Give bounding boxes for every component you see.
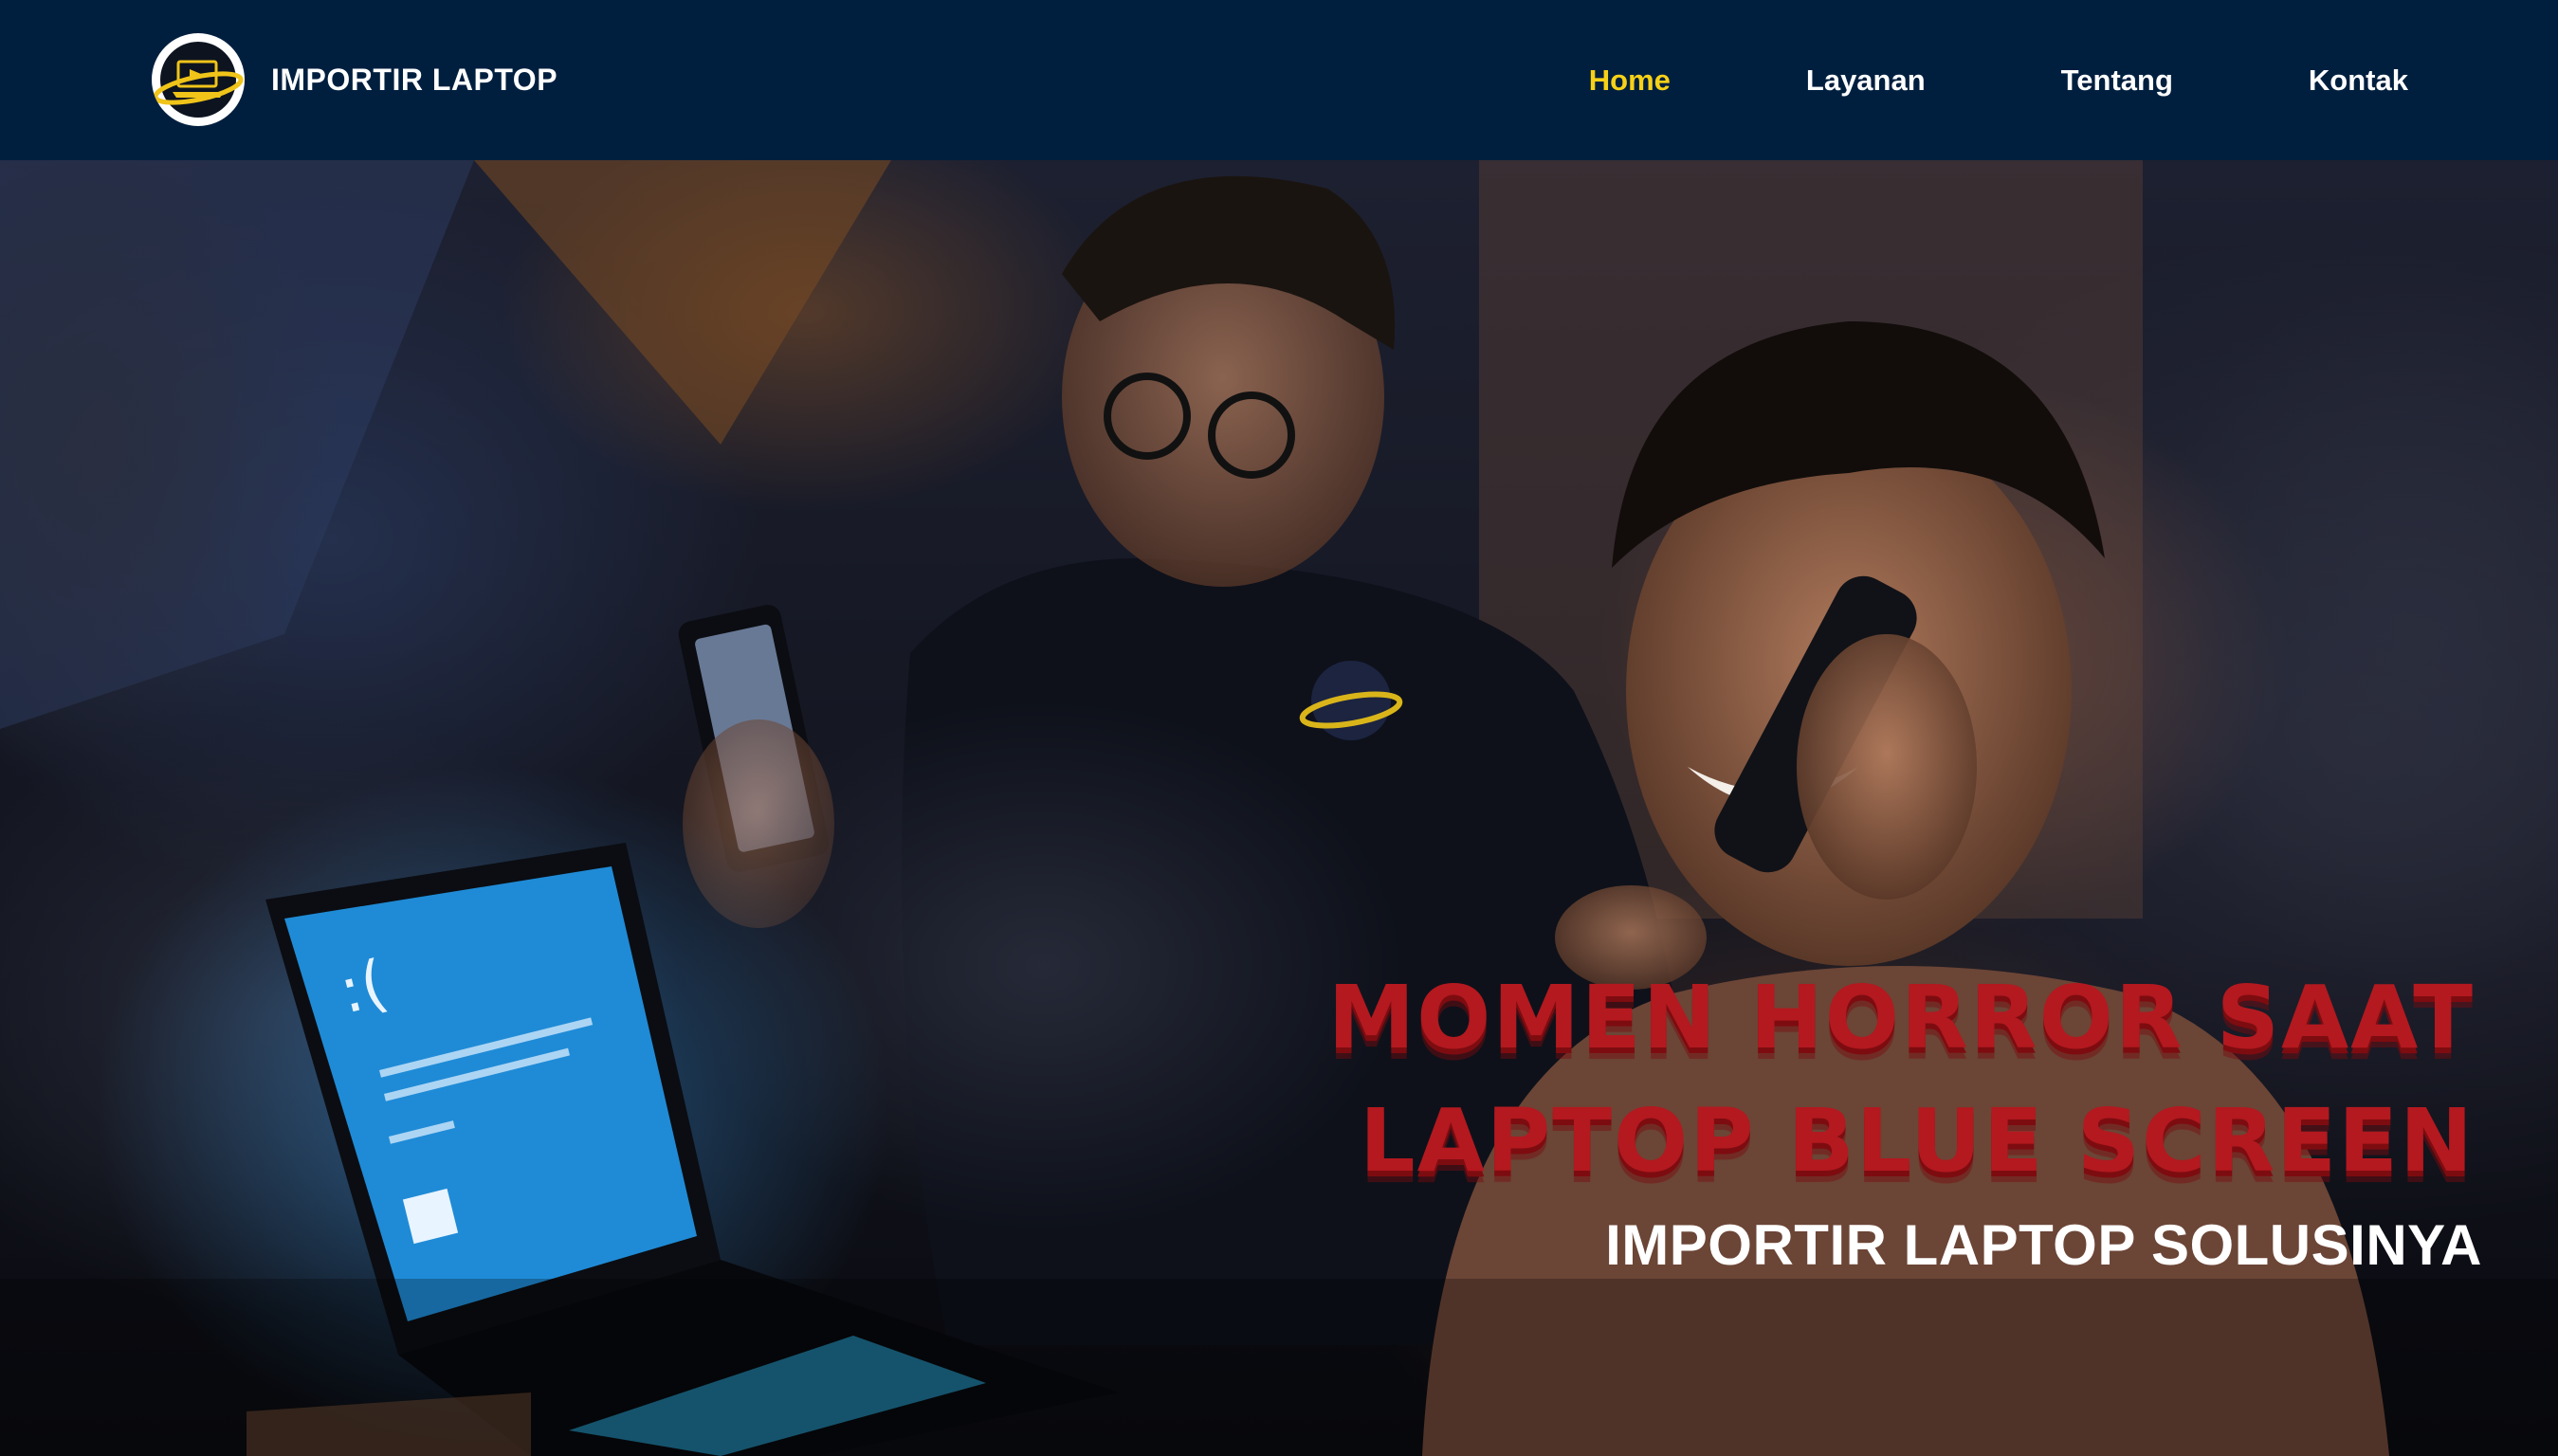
nav-layanan[interactable]: Layanan	[1806, 64, 1926, 98]
main-nav: Home Layanan Tentang Kontak	[1589, 0, 2408, 160]
headline-line-2: LAPTOP BLUE SCREEN	[1359, 1090, 2475, 1192]
brand-home-link[interactable]: IMPORTIR LAPTOP	[152, 32, 557, 127]
brand-name: IMPORTIR LAPTOP	[271, 62, 558, 97]
nav-tentang[interactable]: Tentang	[2061, 64, 2173, 98]
hero-tagline: IMPORTIR LAPTOP SOLUSINYA	[1605, 1213, 2482, 1277]
headline-line-1: MOMEN HORROR SAAT	[1327, 967, 2475, 1068]
navbar: IMPORTIR LAPTOP Home Layanan Tentang Kon…	[0, 0, 2558, 160]
nav-kontak[interactable]: Kontak	[2309, 64, 2408, 98]
nav-home[interactable]: Home	[1589, 64, 1671, 98]
hero-headline: MOMEN HORROR SAAT LAPTOP BLUE SCREEN	[1147, 956, 2475, 1203]
laptop-orbit-logo-icon	[152, 33, 245, 126]
hero-section: :( MOMEN HORROR SAAT LAPTOP BLUE SCREEN …	[0, 160, 2558, 1456]
